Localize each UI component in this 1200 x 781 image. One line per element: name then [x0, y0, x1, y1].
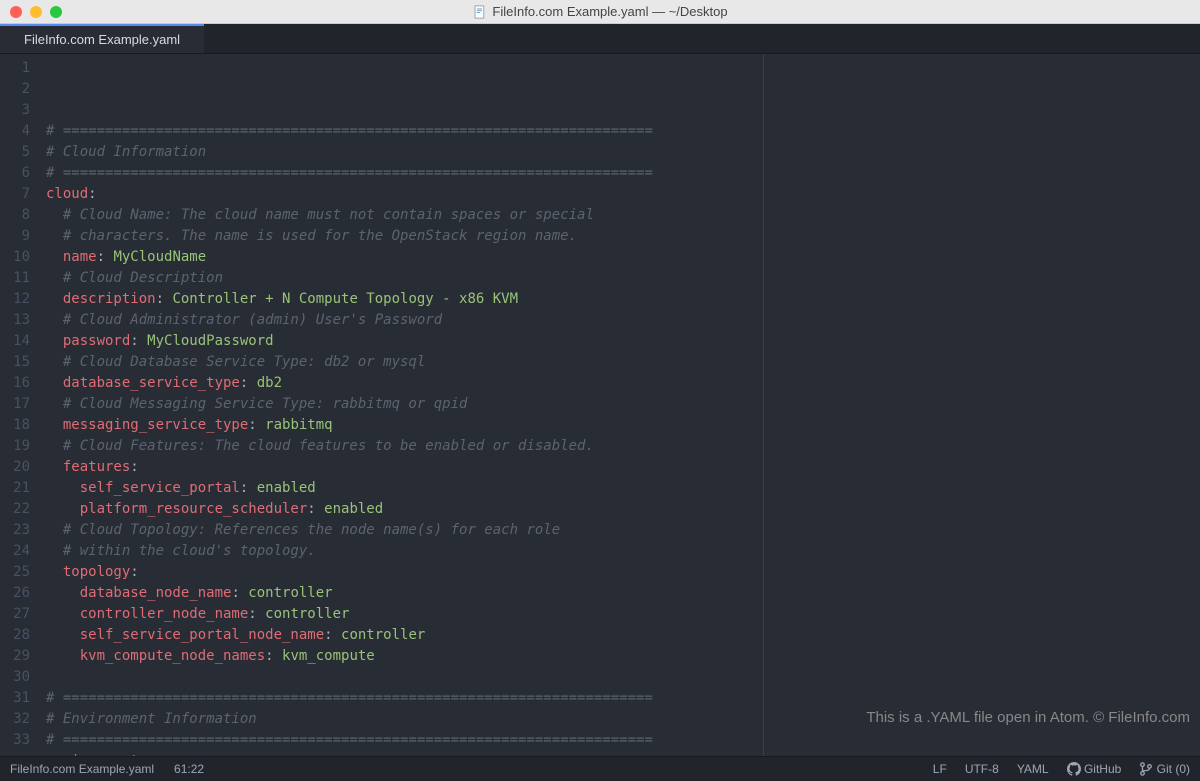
code-line[interactable]: # Cloud Administrator (admin) User's Pas…: [46, 310, 1200, 331]
code-line[interactable]: # Cloud Information: [46, 142, 1200, 163]
line-number: 21: [0, 478, 30, 499]
line-number: 24: [0, 541, 30, 562]
line-number: 12: [0, 289, 30, 310]
line-number: 19: [0, 436, 30, 457]
github-icon: [1067, 762, 1081, 776]
line-number-gutter: 1234567891011121314151617181920212223242…: [0, 54, 40, 756]
code-line[interactable]: # characters. The name is used for the O…: [46, 226, 1200, 247]
line-number: 14: [0, 331, 30, 352]
code-line[interactable]: environment:: [46, 751, 1200, 756]
window-title: FileInfo.com Example.yaml — ~/Desktop: [472, 4, 727, 19]
code-line[interactable]: # Cloud Features: The cloud features to …: [46, 436, 1200, 457]
line-number: 17: [0, 394, 30, 415]
code-line[interactable]: topology:: [46, 562, 1200, 583]
code-line[interactable]: # Cloud Database Service Type: db2 or my…: [46, 352, 1200, 373]
status-github[interactable]: GitHub: [1067, 762, 1122, 777]
status-file-name[interactable]: FileInfo.com Example.yaml: [10, 762, 154, 776]
window-controls: [0, 6, 62, 18]
line-number: 16: [0, 373, 30, 394]
line-number: 6: [0, 163, 30, 184]
code-line[interactable]: platform_resource_scheduler: enabled: [46, 499, 1200, 520]
tab-label: FileInfo.com Example.yaml: [24, 32, 180, 47]
code-line[interactable]: description: Controller + N Compute Topo…: [46, 289, 1200, 310]
status-github-label: GitHub: [1084, 762, 1121, 776]
code-line[interactable]: [46, 667, 1200, 688]
window-title-text: FileInfo.com Example.yaml — ~/Desktop: [492, 4, 727, 19]
file-icon: [472, 5, 486, 19]
code-content[interactable]: # ======================================…: [40, 54, 1200, 756]
line-number: 27: [0, 604, 30, 625]
code-line[interactable]: # ======================================…: [46, 730, 1200, 751]
line-number: 1: [0, 58, 30, 79]
line-number: 29: [0, 646, 30, 667]
tab-bar: FileInfo.com Example.yaml: [0, 24, 1200, 54]
status-language[interactable]: YAML: [1017, 762, 1049, 776]
line-number: 18: [0, 415, 30, 436]
code-line[interactable]: self_service_portal_node_name: controlle…: [46, 625, 1200, 646]
wrap-guide: [763, 54, 764, 756]
code-line[interactable]: # Cloud Name: The cloud name must not co…: [46, 205, 1200, 226]
status-line-ending[interactable]: LF: [933, 762, 947, 776]
line-number: 11: [0, 268, 30, 289]
git-branch-icon: [1139, 762, 1153, 776]
line-number: 33: [0, 730, 30, 751]
code-line[interactable]: self_service_portal: enabled: [46, 478, 1200, 499]
code-line[interactable]: # within the cloud's topology.: [46, 541, 1200, 562]
line-number: 9: [0, 226, 30, 247]
code-line[interactable]: kvm_compute_node_names: kvm_compute: [46, 646, 1200, 667]
minimize-window-button[interactable]: [30, 6, 42, 18]
line-number: 8: [0, 205, 30, 226]
line-number: 31: [0, 688, 30, 709]
line-number: 7: [0, 184, 30, 205]
status-cursor-position[interactable]: 61:22: [174, 762, 204, 776]
line-number: 26: [0, 583, 30, 604]
status-encoding[interactable]: UTF-8: [965, 762, 999, 776]
watermark-text: This is a .YAML file open in Atom. © Fil…: [866, 709, 1190, 726]
code-line[interactable]: cloud:: [46, 184, 1200, 205]
code-line[interactable]: messaging_service_type: rabbitmq: [46, 415, 1200, 436]
code-line[interactable]: # Cloud Topology: References the node na…: [46, 520, 1200, 541]
line-number: 32: [0, 709, 30, 730]
line-number: 22: [0, 499, 30, 520]
line-number: 28: [0, 625, 30, 646]
code-line[interactable]: # Cloud Messaging Service Type: rabbitmq…: [46, 394, 1200, 415]
line-number: 23: [0, 520, 30, 541]
line-number: 25: [0, 562, 30, 583]
status-bar: FileInfo.com Example.yaml 61:22 LF UTF-8…: [0, 756, 1200, 781]
code-line[interactable]: # ======================================…: [46, 688, 1200, 709]
line-number: 30: [0, 667, 30, 688]
status-git[interactable]: Git (0): [1139, 762, 1190, 777]
titlebar: FileInfo.com Example.yaml — ~/Desktop: [0, 0, 1200, 24]
line-number: 4: [0, 121, 30, 142]
close-window-button[interactable]: [10, 6, 22, 18]
line-number: 15: [0, 352, 30, 373]
code-line[interactable]: database_service_type: db2: [46, 373, 1200, 394]
code-line[interactable]: database_node_name: controller: [46, 583, 1200, 604]
code-line[interactable]: password: MyCloudPassword: [46, 331, 1200, 352]
zoom-window-button[interactable]: [50, 6, 62, 18]
line-number: 2: [0, 79, 30, 100]
code-line[interactable]: controller_node_name: controller: [46, 604, 1200, 625]
line-number: 5: [0, 142, 30, 163]
line-number: 13: [0, 310, 30, 331]
line-number: 3: [0, 100, 30, 121]
code-line[interactable]: features:: [46, 457, 1200, 478]
line-number: 10: [0, 247, 30, 268]
status-git-label: Git (0): [1157, 762, 1190, 776]
code-line[interactable]: name: MyCloudName: [46, 247, 1200, 268]
editor[interactable]: 1234567891011121314151617181920212223242…: [0, 54, 1200, 756]
code-line[interactable]: # ======================================…: [46, 121, 1200, 142]
code-line[interactable]: # ======================================…: [46, 163, 1200, 184]
code-line[interactable]: # Cloud Description: [46, 268, 1200, 289]
tab-active[interactable]: FileInfo.com Example.yaml: [0, 24, 204, 53]
line-number: 20: [0, 457, 30, 478]
